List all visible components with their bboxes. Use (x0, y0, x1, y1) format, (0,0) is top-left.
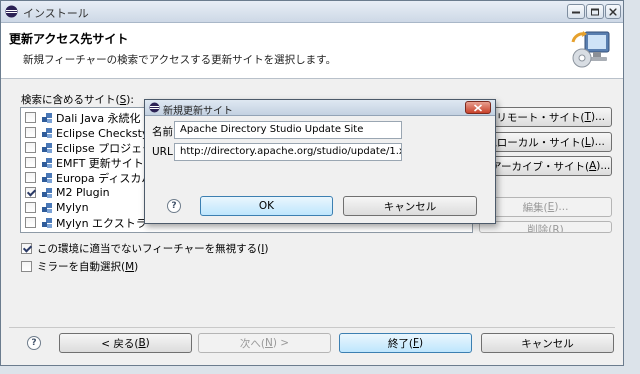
update-site-icon (42, 112, 52, 123)
update-site-icon (42, 187, 52, 198)
update-site-icon (42, 172, 52, 183)
footer-divider (9, 327, 615, 328)
dialog-title: 新規更新サイト (163, 106, 233, 117)
new-update-site-dialog: 新規更新サイト 名前: Apache Directory Studio Upda… (144, 99, 496, 224)
ignore-unsupported-option[interactable]: この環境に適当でないフィーチャーを無視する(I) (21, 241, 269, 256)
page-description: 新規フィーチャーの検索でアクセスする更新サイトを選択します。 (23, 54, 337, 66)
new-local-site-button[interactable]: 規ローカル・サイト(L)... (479, 132, 612, 152)
eclipse-app-icon (149, 102, 160, 113)
delete-site-button[interactable]: 削除(R) (479, 221, 612, 233)
dialog-title-bar: 新規更新サイト (145, 100, 495, 117)
site-checkbox[interactable] (25, 187, 36, 198)
url-field[interactable]: http://directory.apache.org/studio/updat… (174, 143, 402, 161)
site-checkbox[interactable] (25, 202, 36, 213)
dialog-close-button[interactable] (465, 101, 491, 114)
ok-button[interactable]: OK (200, 196, 333, 216)
window-title: インストール (23, 7, 89, 20)
close-button[interactable] (605, 4, 621, 19)
page-title: 更新アクセス先サイト (9, 32, 129, 46)
url-label: URL: (152, 146, 177, 158)
update-site-icon (42, 202, 52, 213)
next-button[interactable]: 次へ(N) > (198, 333, 331, 353)
eclipse-app-icon (5, 5, 18, 18)
update-site-icon (42, 157, 52, 168)
wizard-header: 更新アクセス先サイト 新規フィーチャーの検索でアクセスする更新サイトを選択します… (1, 23, 623, 79)
list-item[interactable]: Mylyn (25, 200, 89, 215)
list-item[interactable]: M2 Plugin (25, 185, 110, 200)
close-icon (474, 104, 482, 111)
site-checkbox[interactable] (25, 142, 36, 153)
list-item[interactable]: Mylyn エクストラ (25, 215, 147, 230)
cancel-button[interactable]: キャンセル (481, 333, 614, 353)
update-site-icon (42, 127, 52, 138)
close-icon (609, 8, 617, 15)
new-remote-site-button[interactable]: 規リモート・サイト(T)... (479, 107, 612, 127)
name-label: 名前: (152, 126, 177, 138)
edit-site-button[interactable]: 編集(E)... (479, 197, 612, 217)
auto-mirror-option[interactable]: ミラーを自動選択(M) (21, 259, 138, 274)
help-icon[interactable]: ? (27, 336, 41, 350)
site-label: EMFT 更新サイト (56, 156, 144, 170)
site-checkbox[interactable] (25, 172, 36, 183)
maximize-button[interactable] (586, 4, 604, 19)
site-checkbox[interactable] (25, 217, 36, 228)
update-site-wizard-icon (571, 31, 610, 68)
site-checkbox[interactable] (25, 112, 36, 123)
site-label: Mylyn エクストラ (56, 216, 147, 230)
title-bar: インストール (1, 1, 623, 23)
update-site-icon (42, 142, 52, 153)
site-label: Mylyn (56, 201, 89, 214)
new-archive-site-button[interactable]: 規アーカイブ・サイト(A)... (479, 156, 612, 176)
ignore-unsupported-checkbox[interactable] (21, 243, 32, 254)
site-checkbox[interactable] (25, 127, 36, 138)
auto-mirror-checkbox[interactable] (21, 261, 32, 272)
help-icon[interactable]: ? (167, 199, 181, 213)
finish-button[interactable]: 終了(F) (339, 333, 472, 353)
minimize-button[interactable] (567, 4, 585, 19)
maximize-icon (591, 8, 599, 15)
name-field[interactable]: Apache Directory Studio Update Site (174, 121, 402, 139)
sites-label: 検索に含めるサイト(S): (21, 94, 134, 106)
update-site-icon (42, 217, 52, 228)
dialog-cancel-button[interactable]: キャンセル (343, 196, 477, 216)
back-button[interactable]: < 戻る(B) (59, 333, 192, 353)
site-checkbox[interactable] (25, 157, 36, 168)
site-label: M2 Plugin (56, 186, 110, 199)
minimize-icon (572, 11, 580, 13)
list-item[interactable]: EMFT 更新サイト (25, 155, 144, 170)
